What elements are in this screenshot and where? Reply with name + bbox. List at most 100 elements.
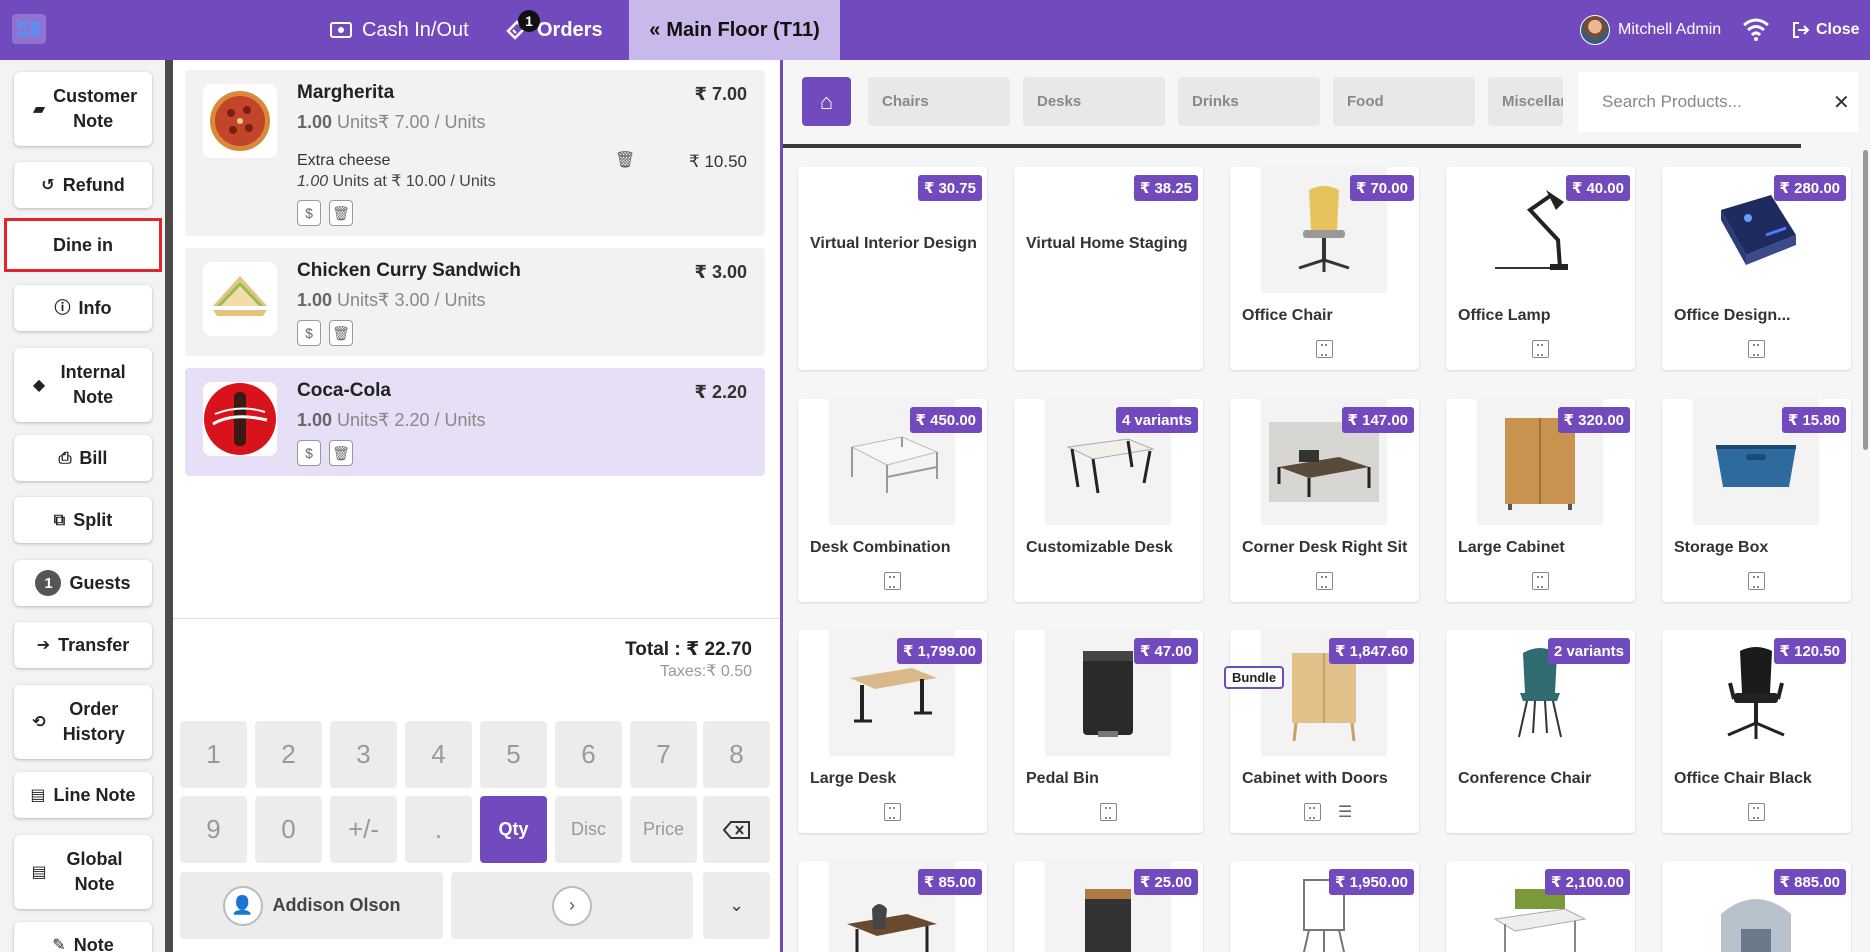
numpad-key-decimal[interactable]: . (405, 796, 472, 863)
delete-icon[interactable]: 🗑 (329, 200, 353, 226)
dine-in-button[interactable]: Dine in (4, 218, 162, 272)
search-input[interactable] (1602, 92, 1823, 112)
product-card[interactable]: ₹ 320.00 Large Cabinet (1446, 399, 1635, 602)
product-card[interactable]: ₹ 15.80 Storage Box (1662, 399, 1851, 602)
line-note-button[interactable]: ▤ Line Note (14, 772, 152, 818)
price-tag: ₹ 30.75 (917, 175, 982, 201)
delete-icon[interactable]: 🗑 (329, 440, 353, 466)
product-card[interactable]: ₹ 885.00 (1662, 861, 1851, 952)
numpad-key-0[interactable]: 0 (255, 796, 322, 863)
clear-search-icon[interactable]: ✕ (1833, 90, 1850, 115)
product-card[interactable]: ₹ 1,950.00 (1230, 861, 1419, 952)
product-info-icon[interactable] (1304, 803, 1321, 821)
guests-button[interactable]: 1 Guests (14, 560, 152, 606)
category-scrollbar[interactable] (783, 144, 1801, 148)
numpad-mode-price[interactable]: Price (630, 796, 697, 863)
numpad-key-9[interactable]: 9 (180, 796, 247, 863)
product-card[interactable]: ₹ 38.25 Virtual Home Staging (1014, 167, 1203, 370)
price-tag: ₹ 120.50 (1773, 638, 1846, 664)
price-edit-icon[interactable]: $ (297, 200, 321, 226)
category-miscellaneous[interactable]: Miscellaneous (1488, 77, 1563, 126)
global-note-button[interactable]: ▤ Global Note (14, 835, 152, 909)
product-card[interactable]: ₹ 120.50 Office Chair Black (1662, 630, 1851, 833)
order-history-button[interactable]: ⟲ Order History (14, 685, 152, 759)
split-button[interactable]: ⧉ Split (14, 497, 152, 543)
product-info-icon[interactable] (1748, 340, 1765, 358)
note-button[interactable]: ✎ Note (14, 922, 152, 952)
chevron-down-icon: ⌄ (728, 895, 745, 915)
price-edit-icon[interactable]: $ (297, 320, 321, 346)
numpad-backspace[interactable] (703, 796, 770, 863)
product-card[interactable]: 4 variants Customizable Desk (1014, 399, 1203, 602)
product-card[interactable]: 2 variants Conference Chair (1446, 630, 1635, 833)
product-card[interactable]: Bundle ₹ 1,847.60 Cabinet with Doors ☰ (1224, 630, 1419, 833)
product-name: Pedal Bin (1026, 770, 1099, 787)
refund-button[interactable]: ↺ Refund (14, 162, 152, 208)
category-drinks[interactable]: Drinks (1178, 77, 1320, 126)
price-tag: ₹ 15.80 (1781, 407, 1846, 433)
main-floor-button[interactable]: « Main Floor (T11) (629, 0, 840, 60)
product-info-icon[interactable] (1100, 803, 1117, 821)
product-name: Cabinet with Doors (1242, 770, 1388, 787)
internal-note-button[interactable]: ◆ Internal Note (14, 348, 152, 422)
product-info-icon[interactable] (1748, 572, 1765, 590)
delete-icon[interactable]: 🗑 (329, 320, 353, 346)
info-button[interactable]: ⓘ Info (14, 285, 152, 331)
more-actions-button[interactable]: ⌄ (703, 872, 770, 939)
order-line[interactable]: Margherita ₹ 7.00 1.00 Units₹ 7.00 / Uni… (185, 70, 765, 236)
product-info-icon[interactable] (884, 572, 901, 590)
product-info-icon[interactable] (884, 803, 901, 821)
cash-in-out-button[interactable]: Cash In/Out (330, 0, 469, 60)
line-product-name: Margherita (297, 82, 395, 103)
numpad-key-plus-minus[interactable]: +/- (330, 796, 397, 863)
product-info-icon[interactable] (1316, 572, 1333, 590)
product-card[interactable]: ₹ 40.00 Office Lamp (1446, 167, 1635, 370)
product-card[interactable]: ₹ 30.75 Virtual Interior Design (798, 167, 987, 370)
product-card[interactable]: ₹ 1,799.00 Large Desk (798, 630, 987, 833)
product-card[interactable]: ₹ 280.00 Office Design... (1662, 167, 1851, 370)
product-card[interactable]: ₹ 25.00 (1014, 861, 1203, 952)
trash-icon[interactable]: 🗑 (615, 150, 635, 170)
product-card[interactable]: ₹ 2,100.00 (1446, 861, 1635, 952)
numpad-key-1[interactable]: 1 (180, 721, 247, 788)
order-line[interactable]: Chicken Curry Sandwich ₹ 3.00 1.00 Units… (185, 248, 765, 356)
orders-button[interactable]: Orders (505, 0, 603, 60)
category-food[interactable]: Food (1333, 77, 1475, 126)
home-category-button[interactable]: ⌂ (802, 77, 851, 126)
list-icon[interactable]: ☰ (1338, 805, 1352, 821)
numpad-key-2[interactable]: 2 (255, 721, 322, 788)
payment-button[interactable]: › (451, 872, 693, 939)
customer-note-button[interactable]: ▰ Customer Note (14, 72, 152, 146)
product-scrollbar[interactable] (1863, 150, 1868, 450)
price-edit-icon[interactable]: $ (297, 440, 321, 466)
category-desks[interactable]: Desks (1023, 77, 1165, 126)
product-card[interactable]: ₹ 70.00 Office Chair (1230, 167, 1419, 370)
user-menu[interactable]: Mitchell Admin (1580, 14, 1721, 46)
product-info-icon[interactable] (1316, 340, 1333, 358)
bill-button[interactable]: ⎙ Bill (14, 435, 152, 481)
numpad-mode-disc[interactable]: Disc (555, 796, 622, 863)
numpad-key-3[interactable]: 3 (330, 721, 397, 788)
numpad-key-7[interactable]: 7 (630, 721, 697, 788)
line-price: ₹ 2.20 (694, 382, 747, 402)
numpad-mode-qty[interactable]: Qty (480, 796, 547, 863)
product-card[interactable]: ₹ 450.00 Desk Combination (798, 399, 987, 602)
price-tag: ₹ 25.00 (1133, 869, 1198, 895)
variants-tag: 2 variants (1547, 638, 1630, 664)
category-chairs[interactable]: Chairs (868, 77, 1010, 126)
copy-icon: ⧉ (53, 511, 66, 529)
numpad-key-8[interactable]: 8 (703, 721, 770, 788)
product-info-icon[interactable] (1532, 340, 1549, 358)
customer-button[interactable]: 👤 Addison Olson (180, 872, 443, 939)
product-card[interactable]: ₹ 147.00 Corner Desk Right Sit (1230, 399, 1419, 602)
product-info-icon[interactable] (1748, 803, 1765, 821)
numpad-key-6[interactable]: 6 (555, 721, 622, 788)
product-card[interactable]: ₹ 85.00 (798, 861, 987, 952)
product-card[interactable]: ₹ 47.00 Pedal Bin (1014, 630, 1203, 833)
numpad-key-5[interactable]: 5 (480, 721, 547, 788)
close-button[interactable]: Close (1792, 0, 1860, 60)
order-line-selected[interactable]: Coca-Cola ₹ 2.20 1.00 Units₹ 2.20 / Unit… (185, 368, 765, 476)
transfer-button[interactable]: ➔ Transfer (14, 622, 152, 668)
product-info-icon[interactable] (1532, 572, 1549, 590)
numpad-key-4[interactable]: 4 (405, 721, 472, 788)
